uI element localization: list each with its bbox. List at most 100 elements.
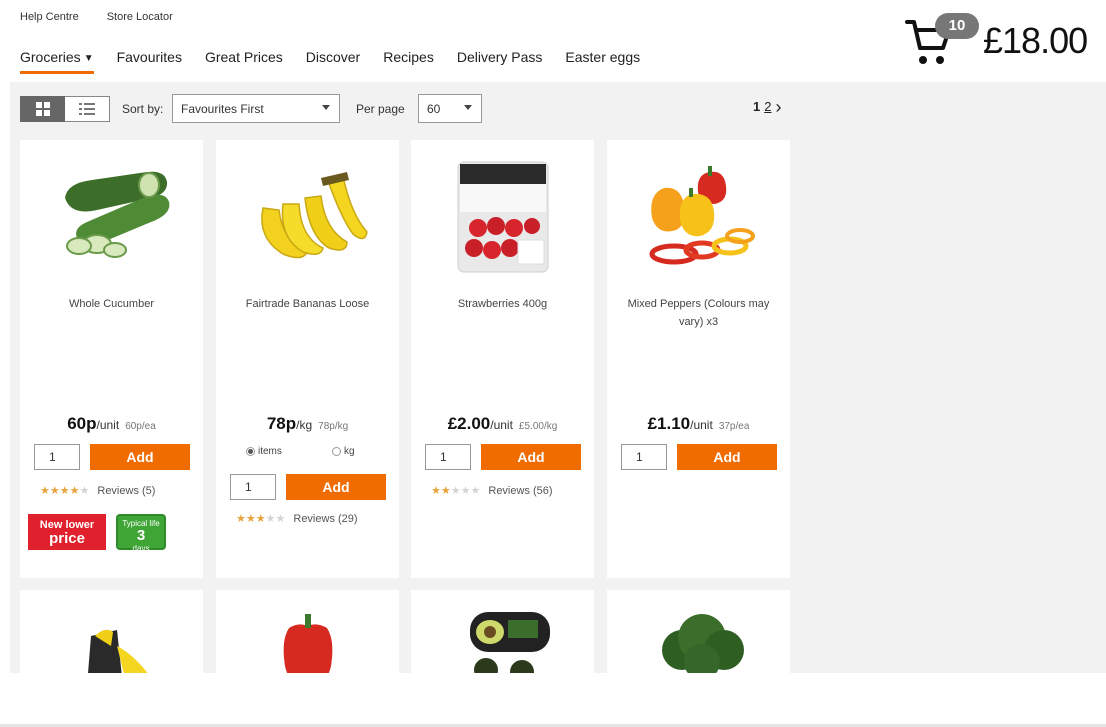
view-toggle (20, 96, 110, 122)
nav-delivery-pass[interactable]: Delivery Pass (457, 49, 543, 65)
price-unit: /kg (296, 418, 313, 432)
product-name[interactable]: Whole Cucumber (30, 295, 193, 313)
price-value: 60p (67, 414, 97, 433)
product-card-peppers: Mixed Peppers (Colours may vary) x3 £1.1… (607, 140, 790, 578)
star-rating: ★ ★ ★ ★ ★ (40, 485, 90, 497)
product-image[interactable] (20, 606, 203, 673)
option-kg-radio[interactable]: kg (332, 446, 355, 457)
product-price: 60p/unit 60p/ea (20, 414, 203, 434)
product-name[interactable]: Fairtrade Bananas Loose (226, 295, 389, 313)
per-page-label: Per page (356, 102, 405, 116)
shelf-life-badge: Typical life 3 days (116, 514, 166, 553)
product-price: 78p/kg 78p/kg (216, 414, 399, 434)
product-image[interactable] (411, 606, 594, 673)
bananas-pack-image (87, 629, 148, 673)
quantity-input[interactable]: 1 (621, 444, 667, 470)
broccoli-image (661, 614, 744, 673)
price-per: 78p/kg (318, 421, 349, 432)
product-image[interactable] (216, 158, 399, 278)
product-name[interactable]: Mixed Peppers (Colours may vary) x3 (617, 295, 780, 331)
pagination: 1 2 › (753, 98, 781, 116)
option-kg-label: kg (344, 446, 355, 457)
help-centre-link[interactable]: Help Centre (20, 11, 79, 23)
product-price: £1.10/unit 37p/ea (607, 414, 790, 434)
shelf-life-unit: days (132, 544, 150, 553)
grid-icon (35, 102, 50, 116)
grid-view-button[interactable] (20, 96, 65, 122)
promo-line-2: price (49, 530, 85, 547)
reviews-link: Reviews (29) (293, 512, 358, 525)
cucumber-image (64, 171, 169, 258)
product-card-red-pepper (216, 590, 399, 673)
product-image[interactable] (216, 606, 399, 673)
strawberries-image (457, 161, 548, 273)
product-image[interactable] (607, 158, 790, 278)
product-card-bananas: Fairtrade Bananas Loose 78p/kg 78p/kg ite… (216, 140, 399, 578)
product-image[interactable] (607, 606, 790, 673)
star-rating: ★ ★ ★ ★ ★ (236, 513, 286, 525)
add-button[interactable]: Add (90, 444, 190, 470)
dropdown-arrow-icon (322, 105, 330, 110)
option-items-radio[interactable]: items (246, 446, 282, 457)
rating[interactable]: ★ ★ ★ ★ ★ Reviews (5) (40, 484, 156, 498)
product-name[interactable]: Strawberries 400g (421, 295, 584, 313)
rating[interactable]: ★ ★ ★ ★ ★ Reviews (29) (236, 512, 358, 526)
product-card-avocados (411, 590, 594, 673)
nav-recipes[interactable]: Recipes (383, 49, 434, 65)
nav-discover[interactable]: Discover (306, 49, 360, 65)
price-per: £5.00/kg (518, 421, 558, 432)
chevron-down-icon: ▼ (83, 53, 94, 64)
cart-total: £18.00 (983, 20, 1088, 61)
reviews-link: Reviews (5) (97, 484, 156, 497)
cart-count-badge: 10 (935, 13, 979, 39)
quantity-input[interactable]: 1 (34, 444, 80, 470)
per-page-value: 60 (427, 102, 441, 116)
nav-favourites[interactable]: Favourites (117, 49, 182, 65)
cart-summary[interactable]: 10 £18.00 (905, 12, 1095, 72)
store-locator-link[interactable]: Store Locator (107, 11, 173, 23)
quantity-input[interactable]: 1 (425, 444, 471, 470)
product-price: £2.00/unit £5.00/kg (411, 414, 594, 434)
list-view-button[interactable] (65, 96, 110, 122)
add-button[interactable]: Add (677, 444, 777, 470)
peppers-image (649, 166, 755, 265)
price-value: 78p (266, 414, 297, 433)
price-unit: /unit (490, 418, 513, 432)
page-2-link[interactable]: 2 (764, 99, 771, 114)
per-page-select[interactable]: 60 (418, 94, 482, 123)
price-per: 37p/ea (718, 421, 750, 432)
rating[interactable]: ★ ★ ★ ★ ★ Reviews (56) (431, 484, 553, 498)
radio-unselected-icon (332, 447, 341, 456)
reviews-link: Reviews (56) (488, 484, 553, 497)
sort-select[interactable]: Favourites First (172, 94, 340, 123)
sort-label: Sort by: (122, 102, 164, 116)
product-card-broccoli (607, 590, 790, 673)
product-card-bananas-pack (20, 590, 203, 673)
dropdown-arrow-icon (464, 105, 472, 110)
option-items-label: items (258, 446, 282, 457)
product-card-cucumber: Whole Cucumber 60p/unit 60p/ea 1 Add ★ ★ ★ ★… (20, 140, 203, 578)
radio-selected-icon (246, 447, 255, 456)
add-button[interactable]: Add (286, 474, 386, 500)
price-per: 60p/ea (125, 421, 156, 432)
nav-great-prices[interactable]: Great Prices (205, 49, 283, 65)
product-image[interactable] (411, 158, 594, 278)
bananas-image (260, 172, 368, 259)
red-pepper-image (283, 614, 332, 673)
nav-groceries[interactable]: Groceries ▼ (20, 49, 94, 74)
utility-links: Help Centre Store Locator (20, 11, 173, 23)
main-nav: Groceries ▼ Favourites Great Prices Disco… (20, 49, 640, 74)
shelf-life-days: 3 (136, 527, 146, 544)
add-button[interactable]: Add (481, 444, 581, 470)
product-listing: Sort by: Favourites First Per page 60 1 … (10, 82, 1106, 673)
new-lower-price-badge: New lower price (28, 514, 106, 550)
next-page-icon[interactable]: › (775, 98, 781, 116)
avocados-image (469, 612, 550, 673)
sort-value: Favourites First (181, 102, 264, 116)
quantity-input[interactable]: 1 (230, 474, 276, 500)
nav-easter-eggs[interactable]: Easter eggs (565, 49, 640, 65)
page-current: 1 (753, 99, 761, 114)
price-unit: /unit (690, 418, 713, 432)
price-unit: /unit (96, 418, 120, 432)
product-image[interactable] (20, 158, 203, 278)
